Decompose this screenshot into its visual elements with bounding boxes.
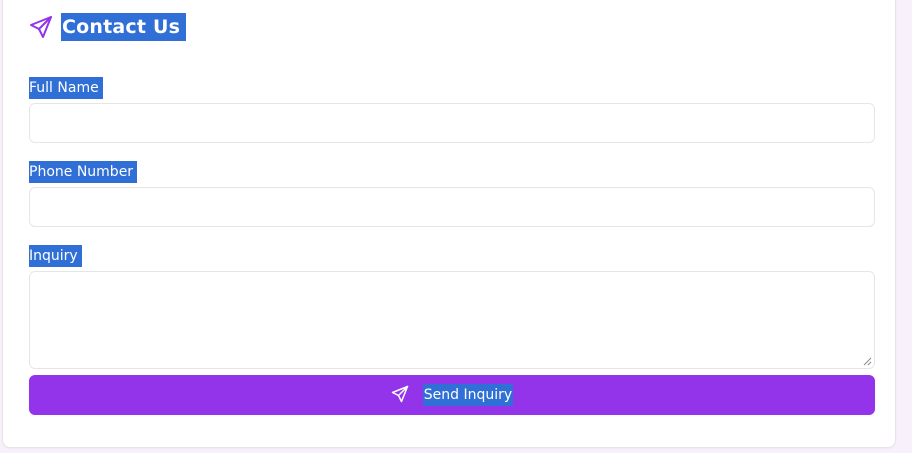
form-header: Contact Us [29,13,187,41]
full-name-label: Full Name [29,77,103,99]
resize-grip-icon[interactable] [863,357,872,366]
send-icon [30,16,52,38]
send-icon [391,385,409,403]
phone-number-label: Phone Number [29,161,138,183]
inquiry-textarea[interactable] [29,271,875,369]
inquiry-label: Inquiry [29,245,82,267]
form-title: Contact Us [61,13,187,41]
send-inquiry-label: Send Inquiry [422,384,514,406]
send-inquiry-button[interactable]: Send Inquiry [29,375,875,415]
full-name-input[interactable] [29,103,875,143]
contact-form-card: Contact Us Full Name Phone Number Inquir… [2,0,896,448]
phone-number-input[interactable] [29,187,875,227]
